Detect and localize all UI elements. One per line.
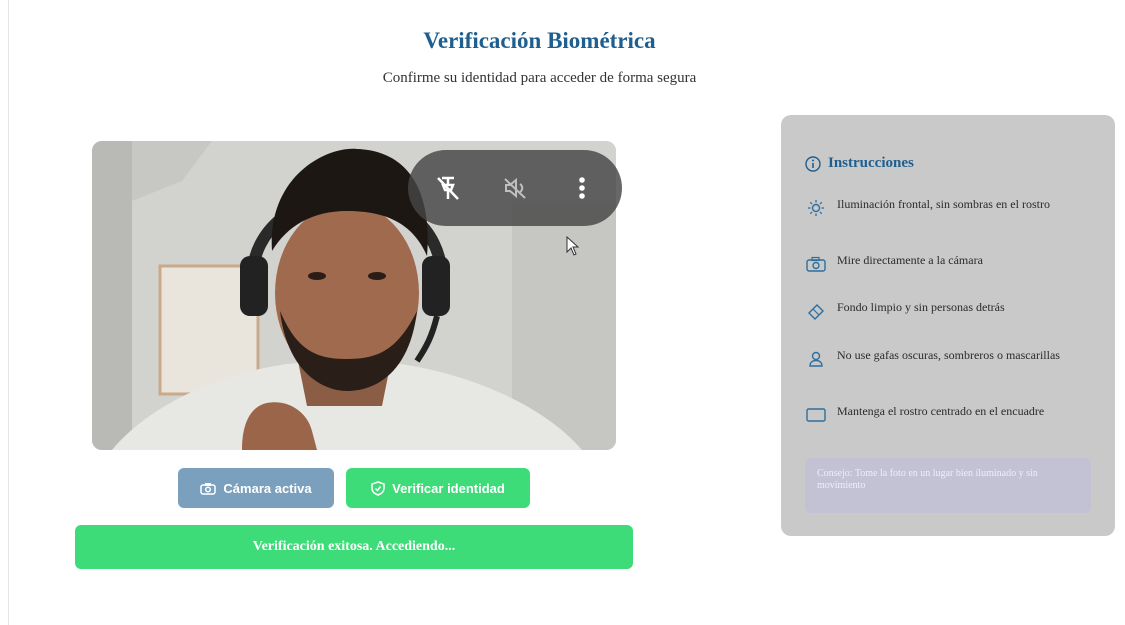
- instruction-item: Fondo limpio y sin personas detrás: [805, 298, 1090, 322]
- shield-check-icon: [371, 480, 385, 496]
- instructions-title: Instrucciones: [828, 155, 914, 171]
- instruction-text: Mire directamente a la cámara: [837, 253, 983, 267]
- tip-box: Consejo: Tome la foto en un lugar bien i…: [805, 458, 1091, 513]
- sun-icon: [805, 197, 827, 219]
- info-icon: [805, 155, 821, 172]
- verification-status-text: Verificación exitosa. Accediendo...: [252, 539, 456, 554]
- instruction-text: Mantenga el rostro centrado en el encuad…: [837, 404, 1045, 418]
- instruction-text: Fondo limpio y sin personas detrás: [837, 300, 1005, 314]
- eraser-icon: [805, 300, 827, 322]
- user-icon: [805, 348, 827, 370]
- instruction-item: Iluminación frontal, sin sombras en el r…: [805, 195, 1090, 219]
- instruction-text: Iluminación frontal, sin sombras en el r…: [837, 197, 1050, 211]
- camera-active-button[interactable]: Cámara activa: [178, 468, 334, 508]
- instruction-item: No use gafas oscuras, sombreros o mascar…: [805, 346, 1090, 370]
- mouse-cursor-icon: [566, 236, 580, 256]
- camera-icon: [805, 253, 827, 275]
- frame-icon: [805, 404, 827, 426]
- page-title: Verificación Biométrica: [423, 28, 656, 53]
- instruction-item: Mire directamente a la cámara: [805, 251, 1090, 275]
- verify-identity-label: Verificar identidad: [392, 480, 505, 496]
- instructions-panel: Instrucciones Iluminación frontal, sin s…: [781, 115, 1115, 536]
- pin-off-icon[interactable]: [425, 165, 471, 211]
- tip-text: Consejo: Tome la foto en un lugar bien i…: [817, 468, 1038, 491]
- page-subtitle: Confirme su identidad para acceder de fo…: [382, 70, 697, 86]
- instruction-item: Mantenga el rostro centrado en el encuad…: [805, 402, 1090, 426]
- mute-icon[interactable]: [492, 165, 538, 211]
- camera-controls-overlay: [408, 150, 622, 226]
- verify-identity-button[interactable]: Verificar identidad: [346, 468, 530, 508]
- camera-icon: [200, 482, 217, 495]
- instruction-text: No use gafas oscuras, sombreros o mascar…: [837, 348, 1060, 362]
- instructions-heading: Instrucciones: [805, 155, 914, 172]
- page-divider: [8, 0, 9, 625]
- more-vertical-icon[interactable]: [559, 165, 605, 211]
- camera-active-label: Cámara activa: [223, 480, 312, 496]
- verification-status-banner: Verificación exitosa. Accediendo...: [75, 525, 633, 569]
